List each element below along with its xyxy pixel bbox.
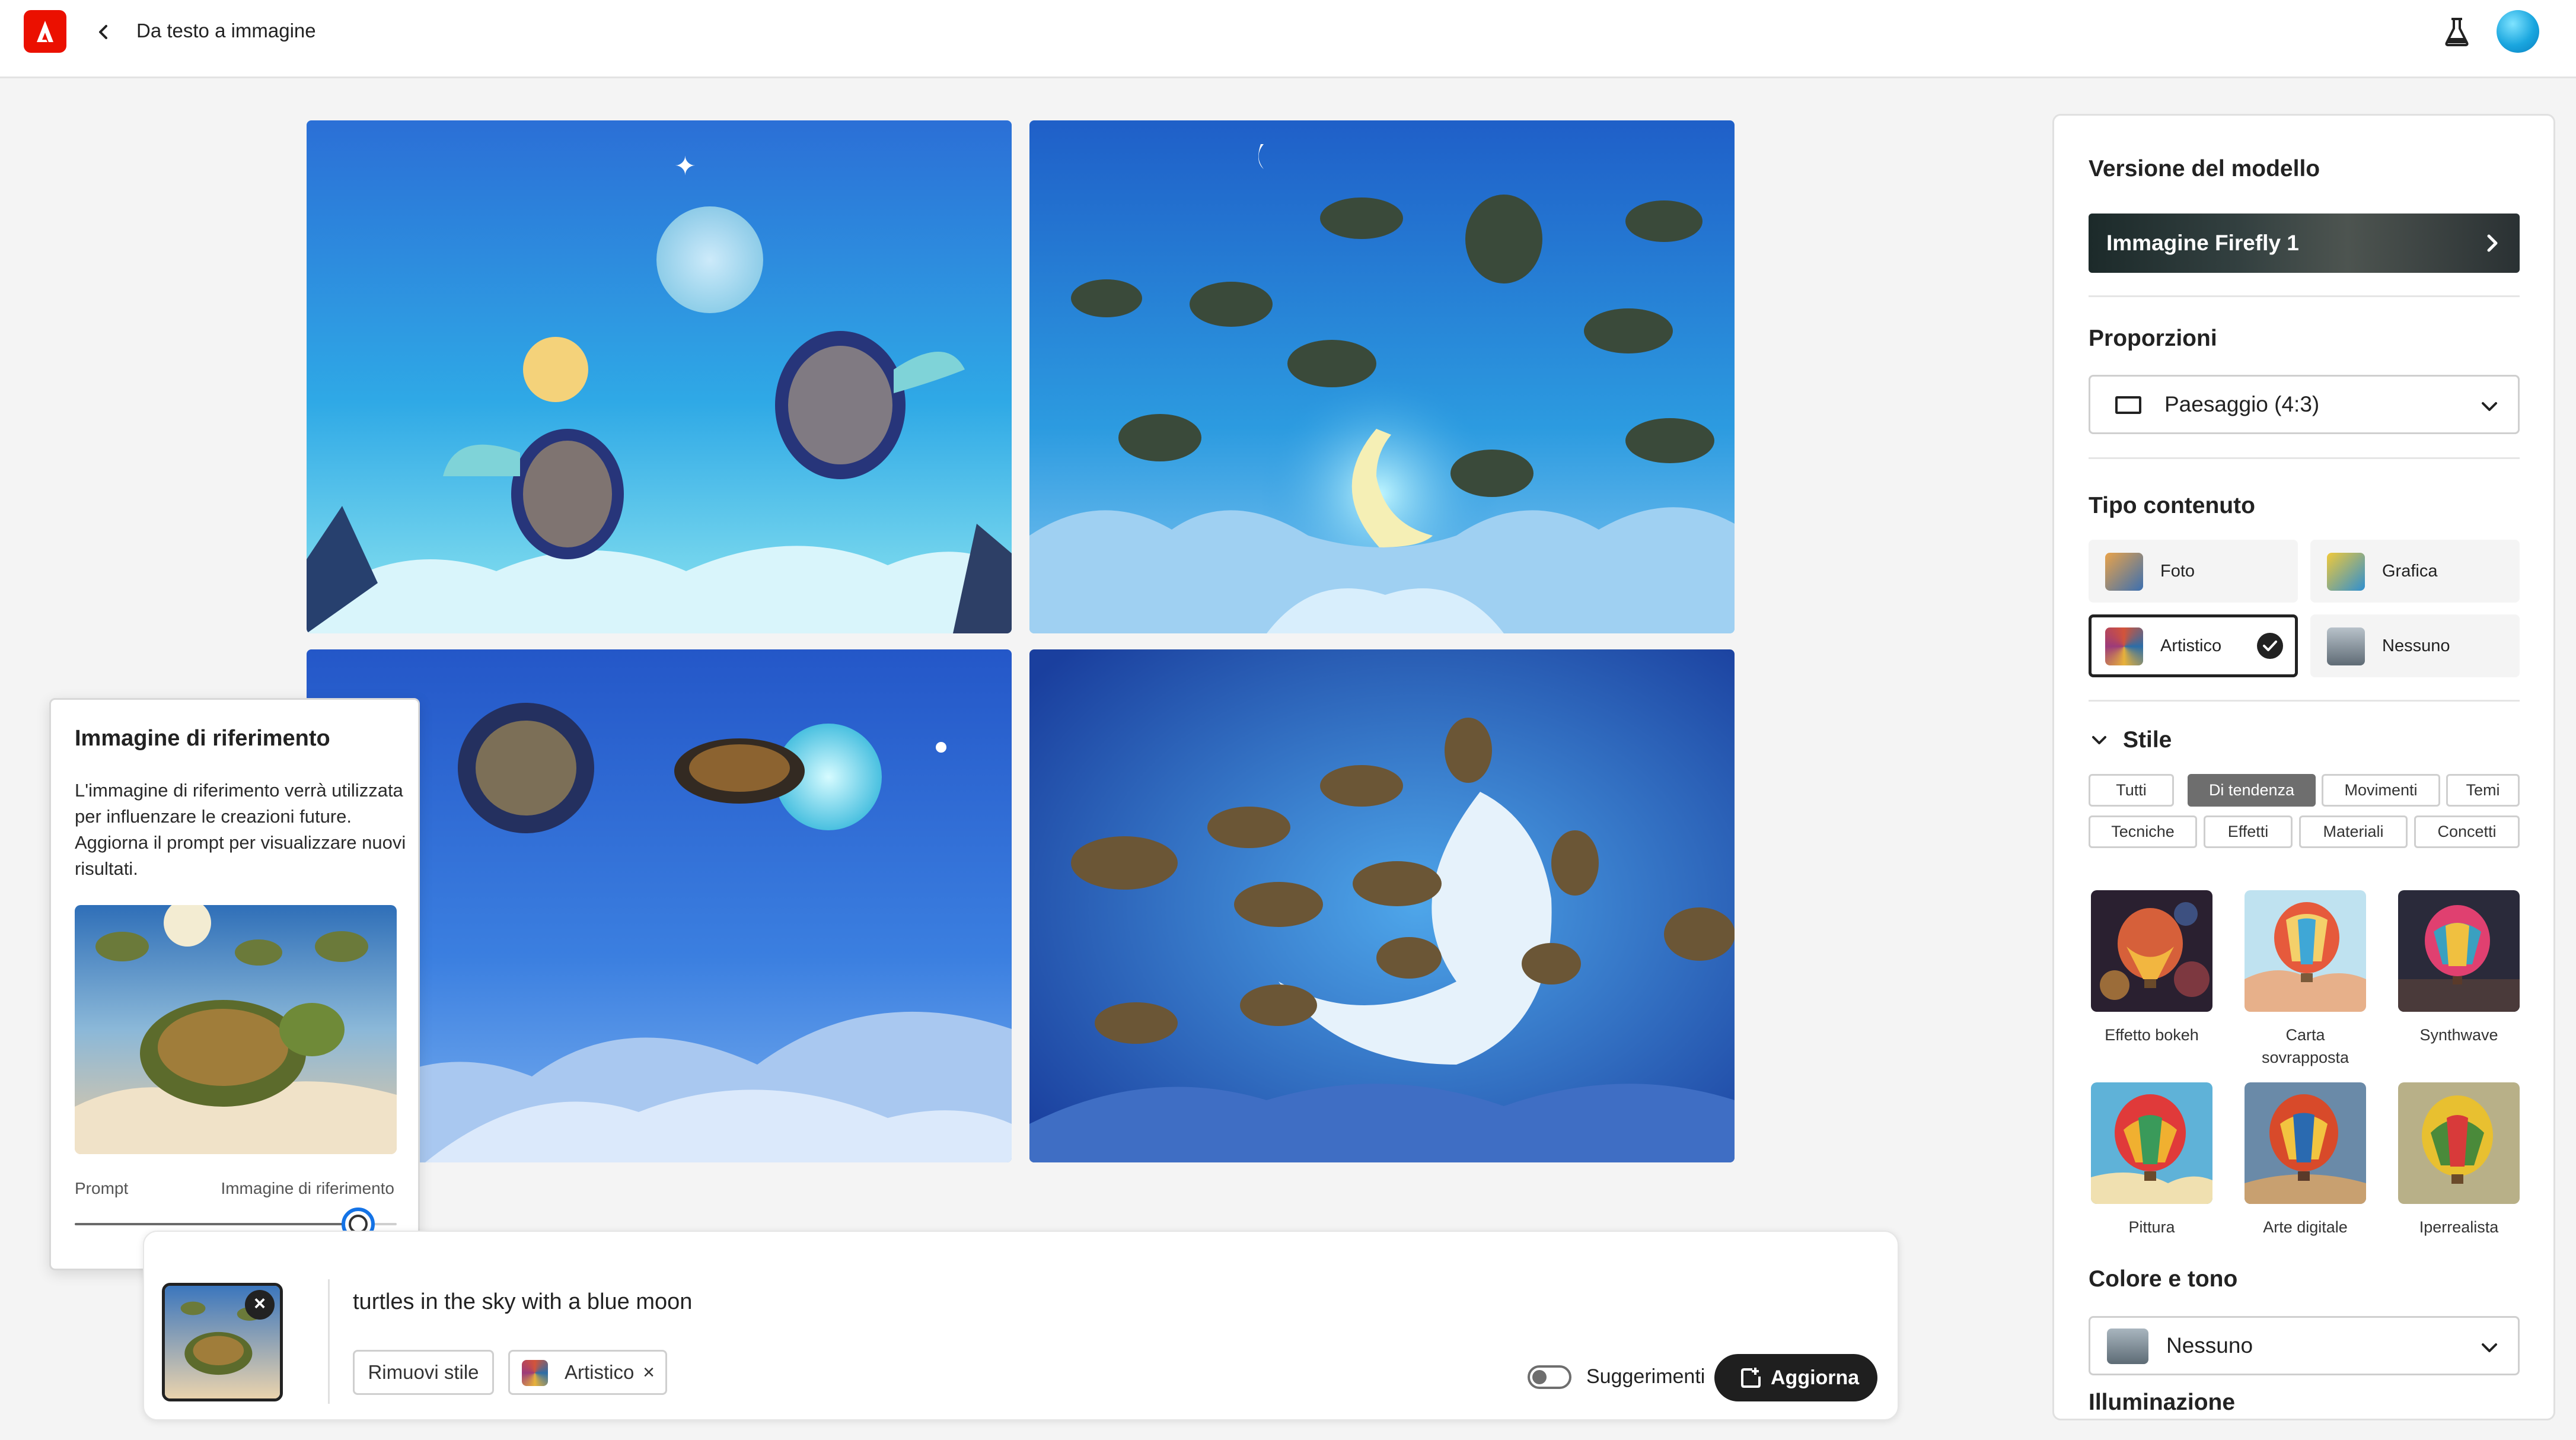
model-version-value: Immagine Firefly 1	[2106, 231, 2299, 255]
style-tag-materiali[interactable]: Materiali	[2299, 815, 2408, 848]
style-tag-temi[interactable]: Temi	[2446, 774, 2520, 807]
style-section-toggle[interactable]: Stile	[2089, 727, 2172, 753]
slider-fill	[75, 1223, 358, 1225]
checkmark-icon	[2257, 633, 2283, 659]
back-button[interactable]	[92, 20, 116, 44]
settings-panel: Versione del modello Immagine Firefly 1 …	[2052, 114, 2555, 1420]
nessuno-thumbnail	[2327, 627, 2365, 665]
chevron-down-icon	[2482, 402, 2497, 411]
style-card-arte-digitale[interactable]: Arte digitale	[2245, 1082, 2366, 1238]
model-version-heading: Versione del modello	[2089, 156, 2320, 181]
style-heading: Stile	[2123, 727, 2172, 753]
foto-thumbnail	[2105, 553, 2143, 591]
style-tag-effetti[interactable]: Effetti	[2204, 815, 2293, 848]
remove-style-button[interactable]: Rimuovi stile	[353, 1350, 494, 1395]
chevron-right-icon	[2487, 234, 2498, 252]
chevron-down-icon	[2482, 1343, 2497, 1352]
content-type-foto[interactable]: Foto	[2089, 540, 2298, 603]
close-icon[interactable]: ×	[245, 1290, 275, 1320]
avatar[interactable]	[2497, 10, 2539, 53]
style-thumbnail	[2245, 1082, 2366, 1204]
color-tone-heading: Colore e tono	[2089, 1266, 2238, 1292]
adobe-logo[interactable]	[24, 10, 66, 53]
style-card-pittura[interactable]: Pittura	[2091, 1082, 2212, 1238]
style-card-label: Pittura	[2128, 1218, 2175, 1236]
style-thumbnail	[2091, 890, 2212, 1012]
content-type-nessuno[interactable]: Nessuno	[2310, 614, 2520, 677]
chevron-collapse-icon	[2092, 736, 2106, 744]
style-tag-movimenti[interactable]: Movimenti	[2322, 774, 2440, 807]
divider	[2089, 700, 2520, 702]
style-thumbnail	[2398, 1082, 2520, 1204]
content-type-heading: Tipo contenuto	[2089, 493, 2255, 518]
reference-strength-slider[interactable]	[75, 1208, 397, 1241]
color-tone-select[interactable]: Nessuno	[2089, 1316, 2520, 1375]
update-button-label: Aggiorna	[1771, 1366, 1860, 1389]
content-type-label: Nessuno	[2382, 636, 2450, 655]
update-icon	[1741, 1368, 1761, 1388]
landscape-ratio-icon	[2115, 396, 2141, 414]
divider	[2089, 295, 2520, 297]
style-tag-tutti[interactable]: Tutti	[2089, 774, 2174, 807]
style-chip-label: Artistico	[565, 1361, 635, 1383]
style-card-label: Arte digitale	[2263, 1218, 2348, 1236]
style-card-effetto-bokeh[interactable]: Effetto bokeh	[2091, 890, 2212, 1046]
result-image-4[interactable]	[1029, 649, 1735, 1162]
popover-title: Immagine di riferimento	[75, 726, 330, 751]
content-type-label: Foto	[2160, 562, 2195, 581]
prompt-input[interactable]: turtles in the sky with a blue moon	[353, 1289, 692, 1315]
style-tag-di-tendenza[interactable]: Di tendenza	[2188, 774, 2316, 807]
top-bar: Da testo a immagine	[0, 0, 2576, 78]
content-type-label: Artistico	[2160, 636, 2222, 655]
style-card-label: Synthwave	[2419, 1026, 2498, 1044]
proportions-select[interactable]: Paesaggio (4:3)	[2089, 375, 2520, 434]
content-type-label: Grafica	[2382, 562, 2438, 581]
proportions-value: Paesaggio (4:3)	[2164, 392, 2320, 416]
result-image-2[interactable]	[1029, 120, 1735, 633]
labs-flask-icon[interactable]	[2443, 17, 2470, 47]
content-type-grafica[interactable]: Grafica	[2310, 540, 2520, 603]
suggestions-label: Suggerimenti	[1586, 1365, 1705, 1388]
divider	[328, 1279, 330, 1404]
grafica-thumbnail	[2327, 553, 2365, 591]
close-icon[interactable]: ×	[643, 1352, 655, 1393]
style-thumbnail	[2091, 1082, 2212, 1204]
divider	[2089, 457, 2520, 459]
style-card-iperrealista[interactable]: Iperrealista	[2398, 1082, 2520, 1238]
style-card-label: Effetto bokeh	[2105, 1026, 2199, 1044]
model-version-button[interactable]: Immagine Firefly 1	[2089, 214, 2520, 273]
popover-description: L'immagine di riferimento verrà utilizza…	[75, 780, 406, 879]
page-title: Da testo a immagine	[136, 20, 316, 42]
style-chip-artistico[interactable]: Artistico ×	[508, 1350, 667, 1395]
svg-text:✦: ✦	[674, 152, 696, 181]
suggestions-toggle[interactable]	[1528, 1365, 1571, 1389]
style-card-carta-sovrapposta[interactable]: Carta sovrapposta	[2245, 890, 2366, 1069]
color-tone-thumbnail	[2107, 1329, 2148, 1364]
slider-label-reference: Immagine di riferimento	[221, 1179, 394, 1197]
style-card-label: Iperrealista	[2419, 1218, 2499, 1236]
style-card-label: Carta sovrapposta	[2261, 1026, 2349, 1066]
slider-label-prompt: Prompt	[75, 1179, 129, 1197]
style-tag-tecniche[interactable]: Tecniche	[2089, 815, 2197, 848]
lighting-heading: Illuminazione	[2089, 1390, 2236, 1415]
prompt-bar: × turtles in the sky with a blue moon Ri…	[143, 1231, 1899, 1420]
style-tag-concetti[interactable]: Concetti	[2414, 815, 2520, 848]
proportions-heading: Proporzioni	[2089, 326, 2217, 351]
style-thumbnail	[2245, 890, 2366, 1012]
chevron-left-icon	[99, 25, 107, 39]
style-thumbnail	[2398, 890, 2520, 1012]
artistico-thumbnail	[2105, 627, 2143, 665]
reference-image-thumbnail	[75, 905, 397, 1154]
style-thumbnail	[522, 1360, 548, 1386]
update-button[interactable]: Aggiorna	[1714, 1354, 1877, 1401]
reference-image-popover: Immagine di riferimento L'immagine di ri…	[49, 698, 420, 1270]
style-card-synthwave[interactable]: Synthwave	[2398, 890, 2520, 1046]
content-type-artistico[interactable]: Artistico	[2089, 614, 2298, 677]
color-tone-value: Nessuno	[2166, 1333, 2253, 1358]
result-image-1[interactable]: ✦	[307, 120, 1012, 633]
